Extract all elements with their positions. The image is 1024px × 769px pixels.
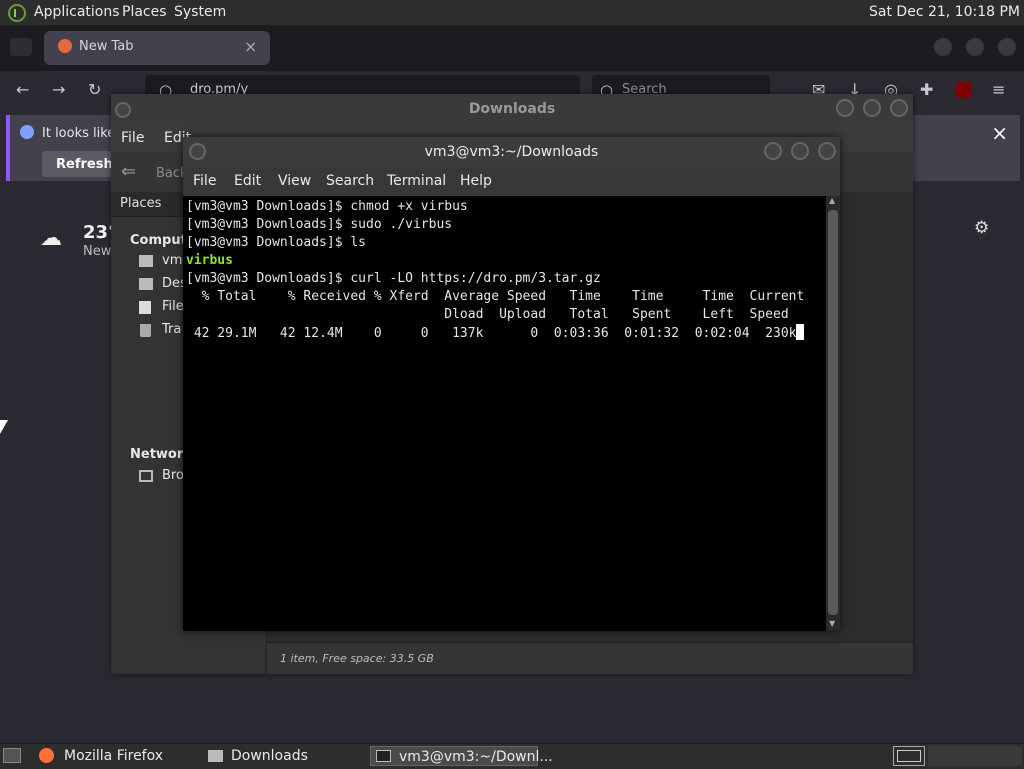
terminal-window: vm3@vm3:~/Downloads File Edit View Searc… xyxy=(183,137,840,631)
taskbar-item-label: vm3@vm3:~/Downl... xyxy=(399,749,553,765)
hamburger-menu-icon[interactable]: ≡ xyxy=(992,80,1005,99)
taskbar-item-firefox[interactable]: Mozilla Firefox xyxy=(36,746,196,766)
file-manager-titlebar[interactable]: Downloads xyxy=(111,94,913,124)
workspace-1[interactable] xyxy=(897,750,921,762)
taskbar-item-downloads[interactable]: Downloads xyxy=(203,746,363,766)
trash-icon xyxy=(140,324,151,337)
file-manager-close-button[interactable] xyxy=(890,99,908,117)
network-icon xyxy=(139,470,153,482)
terminal-scroll-thumb[interactable] xyxy=(828,210,838,615)
terminal-line: Dload Upload Total Spent Left Speed xyxy=(186,307,789,322)
taskbar-item-label: Downloads xyxy=(231,748,308,764)
terminal-minimize-button[interactable] xyxy=(764,142,782,160)
settings-gear-icon[interactable]: ⚙ xyxy=(974,218,989,238)
firefox-maximize-button[interactable] xyxy=(966,38,984,56)
term-menu-edit[interactable]: Edit xyxy=(234,173,261,189)
home-folder-icon xyxy=(139,255,153,267)
terminal-cursor xyxy=(796,324,805,340)
show-desktop-icon[interactable] xyxy=(3,748,21,763)
sidebar-item-label: Bro xyxy=(162,468,184,483)
tab-title: New Tab xyxy=(79,39,134,54)
terminal-line: [vm3@vm3 Downloads]$ ls xyxy=(186,235,367,250)
taskbar-item-terminal[interactable]: vm3@vm3:~/Downl... xyxy=(370,746,553,766)
clock[interactable]: Sat Dec 21, 10:18 PM xyxy=(869,4,1020,20)
file-manager-minimize-button[interactable] xyxy=(836,99,854,117)
terminal-titlebar[interactable]: vm3@vm3:~/Downloads xyxy=(183,137,840,167)
terminal-line: [vm3@vm3 Downloads]$ sudo ./virbus xyxy=(186,217,453,232)
firefox-close-button[interactable] xyxy=(998,38,1016,56)
folder-icon xyxy=(208,750,223,762)
taskbar-item-label: Mozilla Firefox xyxy=(64,748,164,764)
workspace-area[interactable] xyxy=(928,746,1022,766)
terminal-line: % Total % Received % Xferd Average Speed… xyxy=(186,289,805,304)
terminal-lines: [vm3@vm3 Downloads]$ chmod +x virbus [vm… xyxy=(186,198,805,343)
file-manager-maximize-button[interactable] xyxy=(863,99,881,117)
reload-icon[interactable]: ↻ xyxy=(88,80,101,99)
terminal-close-button[interactable] xyxy=(818,142,836,160)
places-menu[interactable]: Places xyxy=(122,4,167,20)
terminal-line: 42 29.1M 42 12.4M 0 0 137k 0 0:03:36 0:0… xyxy=(186,326,797,341)
firefox-tab-favicon-icon xyxy=(58,39,72,53)
firefox-minimize-button[interactable] xyxy=(934,38,952,56)
notice-close-icon[interactable]: × xyxy=(991,121,1008,145)
file-manager-window-menu-button[interactable] xyxy=(115,102,131,118)
scroll-down-arrow-icon[interactable]: ▼ xyxy=(829,619,835,628)
applications-menu[interactable]: Applications xyxy=(34,4,120,20)
terminal-scrollbar[interactable]: ▲ ▼ xyxy=(826,196,840,631)
terminal-line-executable: virbus xyxy=(186,253,233,268)
back-arrow-icon[interactable]: ← xyxy=(16,80,29,99)
filesystem-icon xyxy=(139,301,151,314)
mouse-pointer-icon xyxy=(0,420,8,434)
sidebar-header-label: Places xyxy=(120,196,162,211)
extensions-icon[interactable]: ✚ xyxy=(920,80,933,99)
term-menu-terminal[interactable]: Terminal xyxy=(387,173,446,189)
fm-menu-file[interactable]: File xyxy=(121,130,144,146)
term-menu-search[interactable]: Search xyxy=(326,173,374,189)
terminal-menubar: File Edit View Search Terminal Help xyxy=(183,167,840,196)
term-menu-file[interactable]: File xyxy=(193,173,216,189)
firefox-view-icon[interactable] xyxy=(10,38,32,56)
sidebar-item-label: File xyxy=(162,299,184,314)
forward-arrow-icon[interactable]: → xyxy=(52,80,65,99)
weather-cloud-icon: ☁ xyxy=(40,226,62,251)
distro-logo-icon[interactable] xyxy=(8,4,26,22)
terminal-icon xyxy=(376,750,391,762)
sidebar-item-label: Tra xyxy=(162,322,182,337)
scroll-up-arrow-icon[interactable]: ▲ xyxy=(829,196,835,205)
weather-place: New xyxy=(83,244,112,259)
file-manager-statusbar: 1 item, Free space: 33.5 GB xyxy=(267,642,913,674)
firefox-icon xyxy=(39,748,54,763)
system-menu[interactable]: System xyxy=(174,4,226,20)
ublock-icon[interactable] xyxy=(956,82,972,98)
terminal-maximize-button[interactable] xyxy=(791,142,809,160)
terminal-line: [vm3@vm3 Downloads]$ chmod +x virbus xyxy=(186,199,468,214)
term-menu-view[interactable]: View xyxy=(278,173,311,189)
notice-text: It looks like xyxy=(42,126,116,141)
term-menu-help[interactable]: Help xyxy=(460,173,492,189)
fm-back-arrow-icon[interactable]: ⇐ xyxy=(121,161,136,182)
info-icon xyxy=(20,125,34,139)
workspace-switcher[interactable] xyxy=(893,746,925,766)
terminal-window-menu-button[interactable] xyxy=(189,143,206,160)
desktop-folder-icon xyxy=(139,278,153,290)
firefox-tab[interactable]: New Tab × xyxy=(44,31,270,65)
tab-close-icon[interactable]: × xyxy=(244,37,257,56)
terminal-output[interactable]: [vm3@vm3 Downloads]$ chmod +x virbus [vm… xyxy=(183,196,825,631)
top-panel: Applications Places System Sat Dec 21, 1… xyxy=(0,0,1024,26)
terminal-line: [vm3@vm3 Downloads]$ curl -LO https://dr… xyxy=(186,271,601,286)
